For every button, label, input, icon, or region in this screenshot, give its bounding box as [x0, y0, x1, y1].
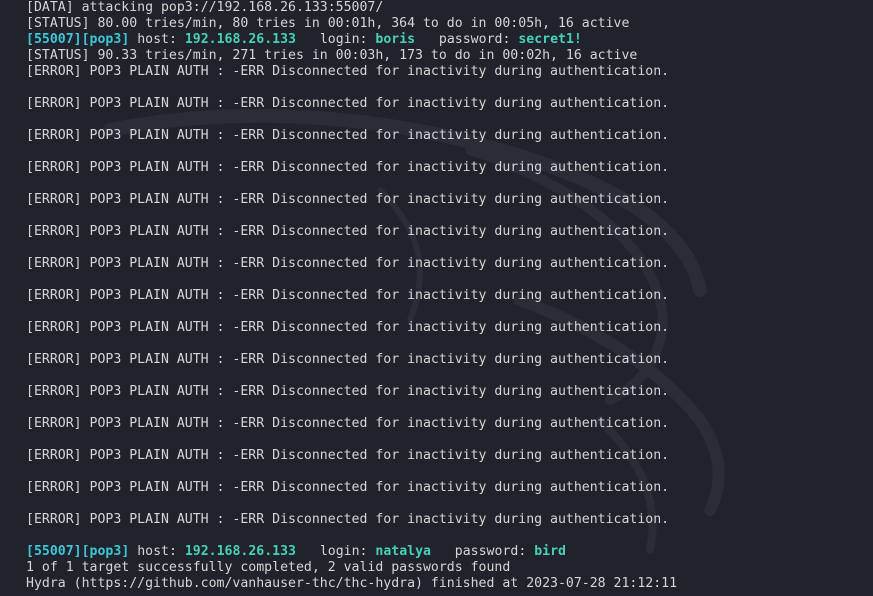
login-value: boris — [375, 32, 416, 47]
host-label: host: — [129, 32, 185, 47]
error-line: [ERROR] POP3 PLAIN AUTH : -ERR Disconnec… — [26, 64, 670, 79]
error-line: [ERROR] POP3 PLAIN AUTH : -ERR Disconnec… — [26, 96, 670, 111]
error-line: [ERROR] POP3 PLAIN AUTH : -ERR Disconnec… — [26, 320, 670, 335]
password-value: bird — [534, 544, 566, 559]
bracket-open: [ — [26, 544, 34, 559]
error-line: [ERROR] POP3 PLAIN AUTH : -ERR Disconnec… — [26, 192, 670, 207]
status-line: [STATUS] 90.33 tries/min, 271 tries in 0… — [26, 48, 638, 63]
error-line: [ERROR] POP3 PLAIN AUTH : -ERR Disconnec… — [26, 416, 670, 431]
found-credential-line: [55007][pop3] host: 192.168.26.133 login… — [26, 544, 873, 560]
bracket-open: [ — [26, 32, 34, 47]
host-label: host: — [129, 544, 185, 559]
login-value: natalya — [375, 544, 431, 559]
summary-line: 1 of 1 target successfully completed, 2 … — [26, 560, 511, 575]
data-line: [DATA] attacking pop3://192.168.26.133:5… — [26, 0, 384, 15]
error-line: [ERROR] POP3 PLAIN AUTH : -ERR Disconnec… — [26, 352, 670, 367]
host-value: 192.168.26.133 — [184, 32, 296, 47]
error-line: [ERROR] POP3 PLAIN AUTH : -ERR Disconnec… — [26, 384, 670, 399]
password-label: password: — [430, 544, 535, 559]
error-line: [ERROR] POP3 PLAIN AUTH : -ERR Disconnec… — [26, 160, 670, 175]
status-line: [STATUS] 80.00 tries/min, 80 tries in 00… — [26, 16, 630, 31]
error-line: [ERROR] POP3 PLAIN AUTH : -ERR Disconnec… — [26, 512, 670, 527]
password-value: secret1! — [518, 32, 582, 47]
found-credential-line: [55007][pop3] host: 192.168.26.133 login… — [26, 32, 873, 48]
error-line: [ERROR] POP3 PLAIN AUTH : -ERR Disconnec… — [26, 480, 670, 495]
login-label: login: — [296, 32, 376, 47]
error-line: [ERROR] POP3 PLAIN AUTH : -ERR Disconnec… — [26, 224, 670, 239]
error-line: [ERROR] POP3 PLAIN AUTH : -ERR Disconnec… — [26, 288, 670, 303]
error-line: [ERROR] POP3 PLAIN AUTH : -ERR Disconnec… — [26, 448, 670, 463]
port: 55007 — [33, 32, 74, 47]
bracket-mid: ][ — [73, 32, 90, 47]
password-label: password: — [415, 32, 519, 47]
finished-line: Hydra (https://github.com/vanhauser-thc/… — [26, 576, 678, 591]
login-label: login: — [296, 544, 376, 559]
service: pop3 — [89, 32, 122, 47]
terminal-output: [DATA] attacking pop3://192.168.26.133:5… — [26, 0, 873, 596]
error-line: [ERROR] POP3 PLAIN AUTH : -ERR Disconnec… — [26, 128, 670, 143]
bracket-mid: ][ — [73, 544, 90, 559]
error-line: [ERROR] POP3 PLAIN AUTH : -ERR Disconnec… — [26, 256, 670, 271]
service: pop3 — [89, 544, 122, 559]
port: 55007 — [33, 544, 74, 559]
host-value: 192.168.26.133 — [184, 544, 296, 559]
